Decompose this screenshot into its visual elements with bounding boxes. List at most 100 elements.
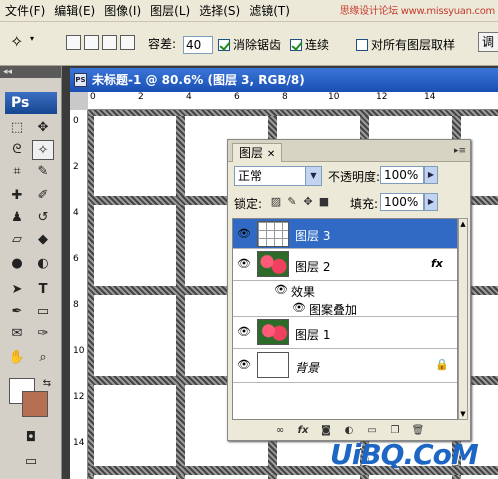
intersect-selection-button[interactable] (120, 35, 135, 50)
sample-all-label: 对所有图层取样 (371, 38, 456, 52)
visibility-eye-icon[interactable]: 👁 (273, 283, 289, 297)
ruler-v-label: 0 (73, 116, 79, 126)
lock-paint-icon[interactable]: ✎ (286, 196, 298, 208)
eraser-tool-icon[interactable]: ▱ (6, 230, 28, 250)
antialias-check-icon (218, 39, 230, 51)
screen-mode-icon[interactable]: ▭ (20, 452, 42, 472)
path-selection-icon[interactable]: ➤ (6, 280, 28, 300)
document-title-bar[interactable]: PS 未标题-1 @ 80.6% (图层 3, RGB/8) (70, 68, 498, 92)
toolbox-collapse-handle[interactable]: ◂◂ (0, 66, 61, 78)
visibility-eye-icon[interactable]: 👁 (236, 358, 252, 372)
layer-effects-row[interactable]: 👁 效果 (233, 281, 457, 299)
refine-edge-button[interactable]: 调 (478, 32, 498, 52)
lasso-tool-icon[interactable]: ᘓ (6, 140, 28, 160)
menu-file[interactable]: 文件(F) (1, 2, 49, 19)
lock-transparency-icon[interactable]: ▨ (270, 196, 282, 208)
clone-stamp-icon[interactable]: ♟ (6, 208, 28, 228)
paint-bucket-icon[interactable]: ◆ (32, 230, 54, 250)
lock-move-icon[interactable]: ✥ (302, 196, 314, 208)
visibility-eye-icon[interactable]: 👁 (236, 325, 252, 339)
layer-thumbnail (257, 319, 289, 345)
tool-preset-dropdown-icon[interactable]: ▾ (30, 34, 34, 43)
magic-wand-tool-icon[interactable]: ✧ (32, 140, 54, 160)
delete-layer-icon[interactable]: 🗑 (410, 425, 426, 436)
adjustment-layer-icon[interactable]: ◐ (341, 425, 357, 436)
sample-all-check-icon (356, 39, 368, 51)
ruler-h-label: 6 (234, 92, 240, 102)
opacity-arrow-icon[interactable]: ▶ (424, 166, 438, 184)
fx-badge-icon[interactable]: fx (431, 257, 443, 270)
magic-wand-icon[interactable]: ✧ (10, 32, 23, 51)
menu-layer[interactable]: 图层(L) (146, 2, 194, 19)
tolerance-input[interactable]: 40 (183, 36, 213, 54)
new-layer-icon[interactable]: ❐ (387, 425, 403, 436)
layer-row-background[interactable]: 👁 背景 🔒 (233, 349, 457, 383)
layer-row-3[interactable]: 👁 图层 3 (233, 219, 457, 249)
type-tool-icon[interactable]: T (32, 280, 54, 300)
layer-row-2[interactable]: 👁 图层 2 fx (233, 249, 457, 281)
eyedropper-icon[interactable]: ✑ (32, 324, 54, 344)
ruler-h-label: 2 (138, 92, 144, 102)
pen-tool-icon[interactable]: ✒ (6, 302, 28, 322)
menu-edit[interactable]: 编辑(E) (50, 2, 99, 19)
visibility-eye-icon[interactable]: 👁 (291, 301, 307, 315)
history-brush-icon[interactable]: ↺ (32, 208, 54, 228)
antialias-checkbox[interactable]: 消除锯齿 (218, 36, 281, 53)
pattern-overlay-row[interactable]: 👁 图案叠加 (233, 299, 457, 317)
contiguous-checkbox[interactable]: 连续 (290, 36, 329, 53)
layers-panel: 图层 ✕ ▸≡ 正常 ▼ 不透明度: 100% ▶ 锁定: ▨ ✎ ✥ ■ 填充:… (227, 139, 471, 441)
opacity-input[interactable]: 100% (380, 166, 424, 184)
notes-tool-icon[interactable]: ✉ (6, 324, 28, 344)
dodge-tool-icon[interactable]: ◐ (32, 254, 54, 274)
document-title: 未标题-1 @ 80.6% (图层 3, RGB/8) (92, 73, 305, 87)
link-layers-icon[interactable]: ∞ (272, 425, 288, 436)
slice-tool-icon[interactable]: ✎ (32, 162, 54, 182)
menu-filter[interactable]: 滤镜(T) (245, 2, 294, 19)
ruler-h-label: 14 (424, 92, 436, 102)
close-icon[interactable]: ✕ (267, 149, 275, 160)
zoom-tool-icon[interactable]: ⌕ (32, 348, 54, 368)
tab-layers[interactable]: 图层 ✕ (232, 143, 283, 162)
move-tool-icon[interactable]: ✥ (32, 118, 54, 138)
shape-tool-icon[interactable]: ▭ (32, 302, 54, 322)
fill-arrow-icon[interactable]: ▶ (424, 193, 438, 211)
fill-input[interactable]: 100% (380, 193, 424, 211)
visibility-eye-icon[interactable]: 👁 (236, 227, 252, 241)
background-color-swatch[interactable] (22, 391, 48, 417)
healing-brush-icon[interactable]: ✚ (6, 186, 28, 206)
lock-all-icon[interactable]: ■ (318, 196, 330, 208)
menu-select[interactable]: 选择(S) (195, 2, 244, 19)
blur-tool-icon[interactable]: ● (6, 254, 28, 274)
crop-tool-icon[interactable]: ⌗ (6, 162, 28, 182)
document-file-icon: PS (74, 73, 87, 87)
marquee-tool-icon[interactable]: ⬚ (6, 118, 28, 138)
tolerance-label: 容差: (148, 37, 177, 51)
scroll-up-icon[interactable]: ▲ (459, 219, 467, 229)
new-selection-button[interactable] (66, 35, 81, 50)
layers-panel-tabbar: 图层 ✕ ▸≡ (228, 140, 470, 162)
scroll-down-icon[interactable]: ▼ (459, 409, 467, 419)
add-selection-button[interactable] (84, 35, 99, 50)
sample-all-layers-checkbox[interactable]: 对所有图层取样 (356, 36, 455, 53)
ruler-v-label: 6 (73, 254, 79, 264)
blend-mode-select[interactable]: 正常 ▼ (234, 166, 322, 186)
layer-thumbnail (257, 352, 289, 378)
layers-scrollbar[interactable]: ▲ ▼ (458, 218, 468, 420)
contiguous-check-icon (290, 39, 302, 51)
add-mask-icon[interactable]: ◙ (318, 425, 334, 436)
brush-tool-icon[interactable]: ✐ (32, 186, 54, 206)
swap-colors-icon[interactable]: ⇆ (36, 374, 58, 394)
new-group-icon[interactable]: ▭ (364, 425, 380, 436)
hand-tool-icon[interactable]: ✋ (6, 348, 28, 368)
panel-menu-icon[interactable]: ▸≡ (454, 146, 466, 156)
quick-mask-icon[interactable]: ◘ (20, 428, 42, 448)
ruler-h-label: 12 (376, 92, 388, 102)
subtract-selection-button[interactable] (102, 35, 117, 50)
add-style-icon[interactable]: fx (295, 425, 311, 436)
blend-mode-value: 正常 (238, 169, 263, 183)
vertical-ruler: 0 2 4 6 8 10 12 14 (70, 110, 88, 479)
layer-row-1[interactable]: 👁 图层 1 (233, 317, 457, 349)
visibility-eye-icon[interactable]: 👁 (236, 257, 252, 271)
menu-image[interactable]: 图像(I) (100, 2, 145, 19)
effects-label: 效果 (291, 285, 316, 299)
